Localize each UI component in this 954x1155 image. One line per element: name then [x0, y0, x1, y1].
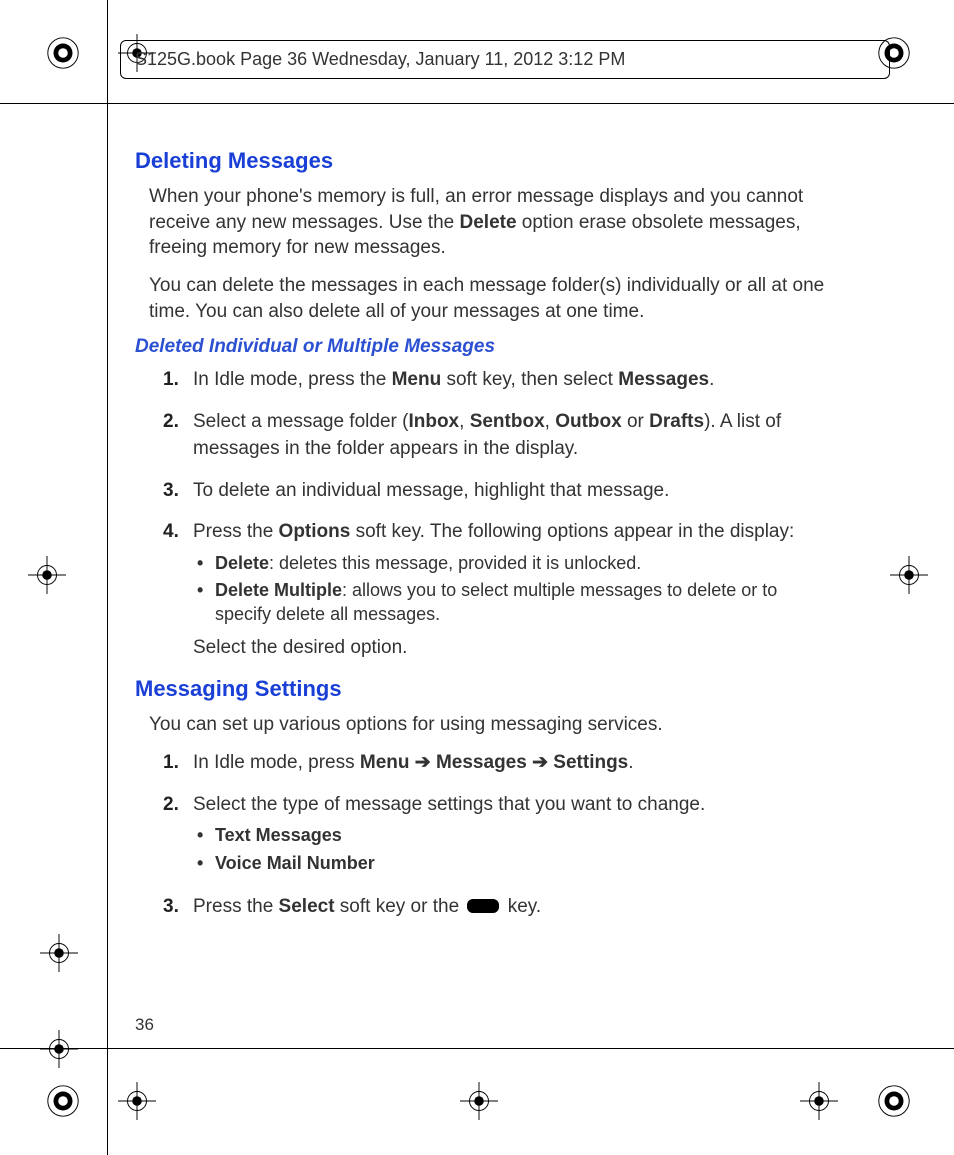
bold-text: Delete: [215, 553, 269, 573]
list-item: 2. Select the type of message settings t…: [163, 791, 855, 879]
crosshair-icon: [460, 1082, 498, 1120]
list-number: 1.: [163, 366, 193, 394]
crop-line-bottom: [0, 1048, 954, 1049]
registration-mark-icon: [44, 1082, 82, 1120]
text: soft key. The following options appear i…: [350, 521, 794, 542]
bold-text: Menu: [392, 369, 442, 390]
list-number: 2.: [163, 791, 193, 819]
bold-text: Menu: [360, 752, 410, 773]
bold-text: Drafts: [649, 411, 704, 432]
page-content: Deleting Messages When your phone's memo…: [135, 140, 855, 935]
list-number: 3.: [163, 477, 193, 505]
text: Select the type of message settings that…: [193, 794, 705, 815]
arrow-icon: ➔: [409, 752, 435, 773]
crop-line-left: [107, 0, 108, 1155]
list-item: 2. Select a message folder (Inbox, Sentb…: [163, 408, 855, 463]
page-header: S125G.book Page 36 Wednesday, January 11…: [120, 40, 890, 79]
text: .: [709, 369, 714, 390]
bold-text: Sentbox: [470, 411, 545, 432]
bold-text: Delete Multiple: [215, 580, 342, 600]
ordered-list: 1. In Idle mode, press the Menu soft key…: [163, 366, 855, 661]
bullet-icon: •: [197, 579, 215, 602]
text: Press the: [193, 896, 279, 917]
paragraph: When your phone's memory is full, an err…: [149, 184, 829, 261]
crosshair-icon: [800, 1082, 838, 1120]
list-item: 4. Press the Options soft key. The follo…: [163, 518, 855, 661]
text: ,: [545, 411, 556, 432]
crosshair-icon: [890, 556, 928, 594]
key-icon: [467, 899, 499, 913]
page-number: 36: [135, 1015, 154, 1035]
bullet-icon: •: [197, 824, 215, 847]
text: .: [628, 752, 633, 773]
text: soft key, then select: [441, 369, 618, 390]
list-number: 3.: [163, 893, 193, 921]
bold-text: Messages: [618, 369, 709, 390]
bold-text: Options: [279, 521, 351, 542]
bold-text: Inbox: [408, 411, 459, 432]
paragraph: You can delete the messages in each mess…: [149, 273, 829, 324]
list-body: Select the type of message settings that…: [193, 791, 813, 879]
sub-list: • Text Messages • Voice Mail Number: [197, 824, 813, 875]
crosshair-icon: [28, 556, 66, 594]
crop-line-top: [0, 103, 954, 104]
bold-text: Voice Mail Number: [215, 852, 813, 875]
section-heading-deleting: Deleting Messages: [135, 148, 855, 174]
subsection-heading: Deleted Individual or Multiple Messages: [135, 336, 855, 358]
registration-mark-icon: [875, 1082, 913, 1120]
bullet-icon: •: [197, 852, 215, 875]
list-number: 4.: [163, 518, 193, 546]
list-body: Press the Options soft key. The followin…: [193, 518, 813, 661]
text: In Idle mode, press the: [193, 369, 392, 390]
bold-text: Settings: [553, 752, 628, 773]
sub-list-item: • Delete Multiple: allows you to select …: [197, 579, 813, 626]
bold-text: Delete: [460, 212, 517, 233]
crosshair-icon: [40, 1030, 78, 1068]
bullet-icon: •: [197, 552, 215, 575]
paragraph: You can set up various options for using…: [149, 712, 829, 738]
registration-mark-icon: [44, 34, 82, 72]
list-item: 3. Press the Select soft key or the key.: [163, 893, 855, 921]
text: Select the desired option.: [193, 634, 813, 662]
sub-list-body: Delete: deletes this message, provided i…: [215, 552, 813, 575]
list-body: Press the Select soft key or the key.: [193, 893, 813, 921]
sub-list-body: Delete Multiple: allows you to select mu…: [215, 579, 813, 626]
text: In Idle mode, press: [193, 752, 360, 773]
list-number: 1.: [163, 749, 193, 777]
text: soft key or the: [335, 896, 465, 917]
list-body: In Idle mode, press Menu ➔ Messages ➔ Se…: [193, 749, 813, 777]
bold-text: Select: [279, 896, 335, 917]
bold-text: Text Messages: [215, 824, 813, 847]
list-item: 3. To delete an individual message, high…: [163, 477, 855, 505]
text: Select a message folder (: [193, 411, 408, 432]
arrow-icon: ➔: [527, 752, 553, 773]
list-body: Select a message folder (Inbox, Sentbox,…: [193, 408, 813, 463]
list-body: In Idle mode, press the Menu soft key, t…: [193, 366, 813, 394]
list-body: To delete an individual message, highlig…: [193, 477, 813, 505]
crosshair-icon: [118, 1082, 156, 1120]
crosshair-icon: [40, 934, 78, 972]
section-heading-settings: Messaging Settings: [135, 676, 855, 702]
text: Press the: [193, 521, 279, 542]
list-number: 2.: [163, 408, 193, 436]
bold-text: Messages: [436, 752, 527, 773]
text: : deletes this message, provided it is u…: [269, 553, 641, 573]
list-item: 1. In Idle mode, press Menu ➔ Messages ➔…: [163, 749, 855, 777]
text: or: [622, 411, 649, 432]
sub-list-item: • Voice Mail Number: [197, 852, 813, 875]
sub-list-item: • Delete: deletes this message, provided…: [197, 552, 813, 575]
text: key.: [502, 896, 541, 917]
ordered-list: 1. In Idle mode, press Menu ➔ Messages ➔…: [163, 749, 855, 920]
bold-text: Outbox: [555, 411, 622, 432]
sub-list-item: • Text Messages: [197, 824, 813, 847]
list-item: 1. In Idle mode, press the Menu soft key…: [163, 366, 855, 394]
sub-list: • Delete: deletes this message, provided…: [197, 552, 813, 626]
text: ,: [459, 411, 470, 432]
